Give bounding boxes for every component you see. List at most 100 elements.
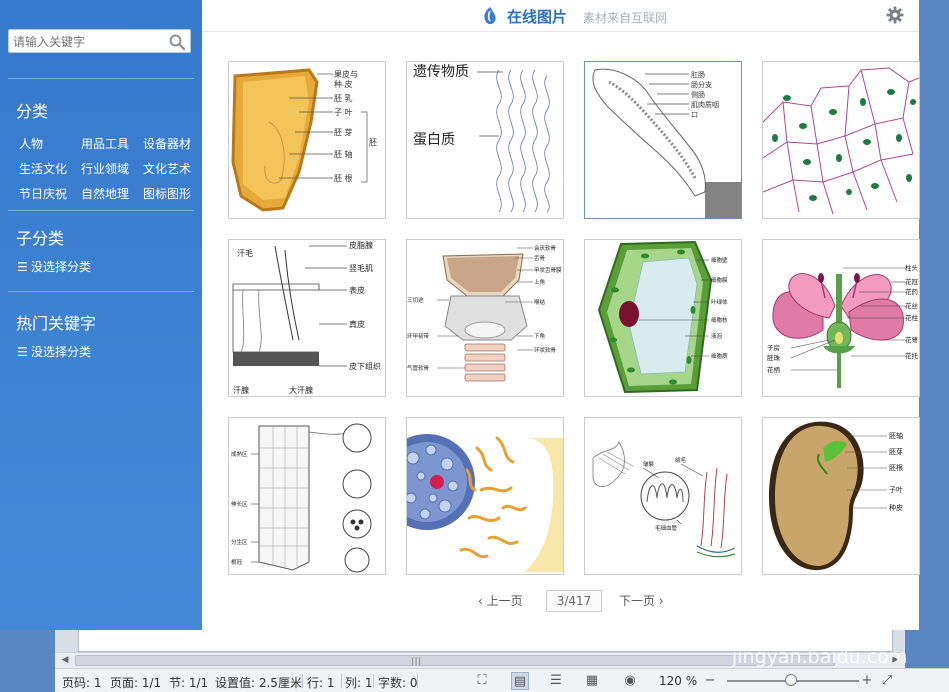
larynx-label: 下角 (534, 332, 545, 340)
image-tile-cell-organelles[interactable] (406, 417, 564, 575)
dna-label: 蛋白质 (413, 132, 455, 148)
cell-label: 叶绿体 (711, 298, 728, 306)
title-bar: 在线图片 素材来自互联网 (202, 0, 919, 32)
image-tile-root-tip[interactable]: 成熟区 伸长区 分生区 根冠 (228, 417, 386, 575)
image-tile-skin-section[interactable]: 汗毛 皮脂腺 竖毛肌 表皮 真皮 皮下组织 汗腺 大汗腺 (228, 239, 386, 397)
seed-structure-image: 果皮与 种 皮 胚 乳 子 叶 胚 芽 胚 轴 胚 根 胚 (231, 68, 377, 212)
status-words: 字数: 0 (378, 676, 418, 690)
scroll-left-icon[interactable]: ◀ (58, 654, 72, 667)
subcategory-heading: 子分类 (16, 229, 65, 248)
seed-label: 胚 (369, 138, 377, 147)
web-view-icon[interactable]: ▦ (583, 672, 601, 690)
bean-label: 胚根 (889, 463, 903, 472)
image-tile-seed-structure[interactable]: 果皮与 种 皮 胚 乳 子 叶 胚 芽 胚 轴 胚 根 胚 (228, 61, 386, 219)
divider (302, 674, 303, 688)
search-input[interactable] (13, 33, 163, 50)
scroll-thumb[interactable]: ||| (75, 655, 835, 666)
flower-label: 胚珠 (767, 353, 781, 362)
category-item[interactable]: 文化艺术 (143, 160, 191, 177)
subcategory-link-label: 没选择分类 (31, 260, 92, 274)
larynx-label: 喉结 (534, 298, 546, 306)
fit-page-icon[interactable]: ⤢ (878, 672, 896, 690)
image-tile-larynx[interactable]: 会厌软骨 舌骨 甲状舌骨膜 上角 喉结 三切迹 环甲韧带 下角 环状软骨 气管软… (406, 239, 564, 397)
category-item[interactable]: 用品工具 (81, 135, 129, 152)
flower-label: 柱头 (905, 263, 919, 272)
search-icon[interactable] (168, 33, 186, 51)
image-tile-flower-structure[interactable]: 柱头 花冠 花药 花丝 花柱 花萼 花托 子房 胚珠 花柄 (762, 239, 920, 397)
baidu-watermark-url: jingyan.baidu.com (732, 646, 908, 668)
larynx-label: 气管软骨 (407, 364, 430, 372)
dialog-subtitle: 素材来自互联网 (583, 11, 668, 25)
flower-label: 花柄 (767, 365, 781, 374)
category-item[interactable]: 自然地理 (81, 185, 129, 202)
flower-label: 花萼 (905, 335, 919, 344)
category-item[interactable]: 生活文化 (19, 160, 67, 177)
cell-label: 液泡 (711, 332, 723, 340)
divider (417, 674, 418, 688)
root-label: 成熟区 (231, 450, 248, 458)
eye-protect-icon[interactable]: ◉ (621, 672, 639, 690)
cell-label: 细胞核 (711, 316, 728, 324)
prev-page-button[interactable]: ‹ 上一页 (478, 592, 523, 609)
status-section: 节: 1/1 (169, 676, 209, 690)
larynx-label: 三切迹 (407, 296, 424, 304)
flower-label: 花药 (905, 287, 919, 296)
main-panel: 在线图片 素材来自互联网 果皮与 种 皮 胚 乳 子 叶 胚 芽 胚 轴 胚 根… (202, 0, 920, 630)
category-item[interactable]: 图标图形 (143, 185, 191, 202)
image-tile-dna-chromosome[interactable]: 遗传物质 蛋白质 (406, 61, 564, 219)
zoom-level[interactable]: 120 % (659, 674, 697, 688)
sidebar: 分类 人物 用品工具 设备器材 生活文化 行业领域 文化艺术 节日庆祝 自然地理… (0, 0, 202, 630)
chevron-left-icon: ‹ (478, 594, 483, 608)
divider (341, 674, 342, 688)
category-item[interactable]: 行业领域 (81, 160, 129, 177)
zoom-preview-button[interactable] (705, 182, 741, 218)
worm-label: 肠分支 (691, 80, 712, 89)
root-tip-image: 成熟区 伸长区 分生区 根冠 (231, 423, 372, 573)
cell-label: 细胞壁 (711, 256, 728, 264)
status-page-code: 页码: 1 (62, 676, 102, 690)
worm-label: 口 (691, 111, 698, 119)
skin-label: 真皮 (349, 319, 365, 329)
gear-icon[interactable] (886, 6, 904, 24)
zoom-out-icon[interactable]: − (701, 672, 719, 690)
category-item[interactable]: 人物 (19, 135, 43, 152)
villi-label: 毛细血管 (655, 524, 678, 532)
status-bar: 页码: 1 页面: 1/1 节: 1/1 设置值: 2.5厘米 行: 1 列: … (55, 668, 949, 692)
next-page-button[interactable]: 下一页 › (619, 592, 664, 609)
page-indicator[interactable]: 3/417 (546, 590, 602, 612)
search-box[interactable] (8, 29, 191, 53)
image-tile-intestine-villi[interactable]: 皱襞 绒毛 毛细血管 (584, 417, 742, 575)
larynx-label: 上角 (534, 278, 545, 286)
seed-label: 果皮与 (334, 69, 358, 79)
category-item[interactable]: 节日庆祝 (19, 185, 67, 202)
hot-keywords-link[interactable]: ☰ 没选择分类 (17, 343, 91, 360)
image-tile-plant-cells[interactable] (762, 61, 920, 219)
zoom-slider-handle[interactable] (785, 674, 797, 686)
skin-label: 皮脂腺 (349, 240, 373, 250)
skin-label: 竖毛肌 (349, 263, 373, 273)
flower-label: 花丝 (905, 301, 919, 310)
page-view-icon[interactable]: ▤ (511, 672, 529, 690)
larynx-label: 会厌软骨 (534, 244, 557, 252)
bean-label: 胚轴 (889, 431, 903, 440)
cell-label: 细胞膜 (711, 276, 728, 284)
hot-keywords-link-label: 没选择分类 (31, 345, 92, 359)
plant-cell-image: 细胞壁 细胞膜 叶绿体 细胞核 液泡 细胞质 (597, 240, 728, 394)
bean-seed-image: 胚轴 胚芽 胚根 子叶 种皮 (769, 421, 903, 571)
zoom-in-icon[interactable]: + (858, 672, 876, 690)
flower-label: 子房 (767, 343, 780, 352)
root-label: 根冠 (231, 558, 243, 566)
larynx-label: 甲状舌骨膜 (534, 266, 562, 274)
image-tile-plant-cell[interactable]: 细胞壁 细胞膜 叶绿体 细胞核 液泡 细胞质 (584, 239, 742, 397)
seed-label: 子 叶 (334, 108, 353, 117)
image-tile-earthworm-anatomy[interactable]: 肛肠 肠分支 侧肠 肌肉质咽 口 (584, 61, 742, 219)
fullscreen-icon[interactable]: ⛶ (473, 672, 491, 690)
image-tile-bean-seed[interactable]: 胚轴 胚芽 胚根 子叶 种皮 (762, 417, 920, 575)
outline-view-icon[interactable]: ☰ (547, 672, 565, 690)
seed-label: 胚 轴 (334, 149, 353, 159)
category-item[interactable]: 设备器材 (143, 135, 191, 152)
bean-label: 胚芽 (889, 447, 903, 456)
divider (8, 210, 194, 211)
subcategory-link[interactable]: ☰ 没选择分类 (17, 258, 91, 275)
hot-keywords-heading: 热门关键字 (16, 314, 97, 333)
